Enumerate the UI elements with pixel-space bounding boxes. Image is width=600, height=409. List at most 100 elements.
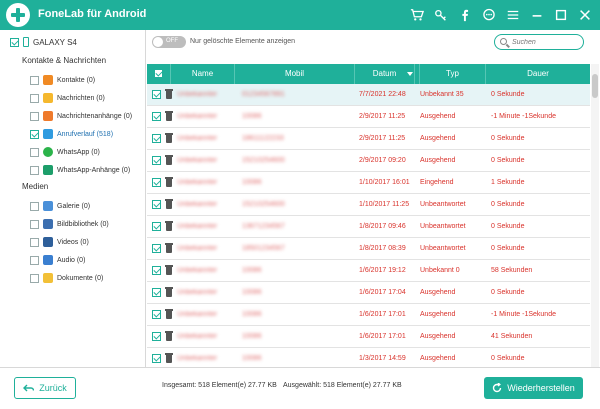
trash-icon[interactable] <box>165 177 173 187</box>
cell-name: Unbekannter <box>177 223 218 230</box>
device-selector[interactable]: GALAXY S4 <box>10 37 77 47</box>
row-checkbox[interactable] <box>152 288 161 297</box>
sidebar-item-documents[interactable]: Dokumente (0) <box>30 272 103 284</box>
cell-mobil: 10086 <box>242 179 262 186</box>
call-log-table: Name Mobil Datum Typ Dauer Unbekannter 01… <box>147 64 590 370</box>
row-checkbox[interactable] <box>152 222 161 231</box>
row-checkbox[interactable] <box>152 90 161 99</box>
documents-checkbox[interactable] <box>30 273 39 283</box>
search-box[interactable] <box>494 34 584 50</box>
select-all-checkbox[interactable] <box>154 69 163 78</box>
sidebar-item-attachments[interactable]: Nachrichtenanhänge (0) <box>30 110 132 122</box>
menu-icon[interactable] <box>506 8 520 22</box>
trash-icon[interactable] <box>165 89 173 99</box>
chat-icon[interactable] <box>482 8 496 22</box>
deleted-only-toggle[interactable]: OFF <box>152 36 186 48</box>
sidebar-item-messages[interactable]: Nachrichten (0) <box>30 92 105 104</box>
sidebar-item-audio[interactable]: Audio (0) <box>30 254 85 266</box>
table-row[interactable]: Unbekannter 13671234567 1/8/2017 09:46 Unbe… <box>147 216 590 238</box>
trash-icon[interactable] <box>165 111 173 121</box>
cell-datum: 1/6/2017 17:01 <box>359 311 406 318</box>
table-row[interactable]: Unbekannter 18611122233 2/9/2017 11:25 Ausg… <box>147 128 590 150</box>
row-checkbox[interactable] <box>152 200 161 209</box>
header-typ[interactable]: Typ <box>420 64 486 84</box>
row-checkbox[interactable] <box>152 112 161 121</box>
table-row[interactable]: Unbekannter 10086 1/10/2017 16:01 Eingehend… <box>147 172 590 194</box>
table-row[interactable]: Unbekannter 10086 1/6/2017 17:01 Ausgehend 4… <box>147 326 590 348</box>
sidebar-item-contacts[interactable]: Kontakte (0) <box>30 74 95 86</box>
cell-mobil: 15210254600 <box>242 157 285 164</box>
attachments-checkbox[interactable] <box>30 111 39 121</box>
table-row[interactable]: Unbekannter 15210254600 2/9/2017 09:20 Ausg… <box>147 150 590 172</box>
sidebar-item-label: WhatsApp (0) <box>57 148 100 156</box>
cell-typ: Unbekannt 35 <box>420 91 464 98</box>
header-name[interactable]: Name <box>171 64 235 84</box>
attachments-icon <box>43 111 53 121</box>
audio-icon <box>43 255 53 265</box>
maximize-icon[interactable] <box>554 8 568 22</box>
picture-library-checkbox[interactable] <box>30 219 39 229</box>
sidebar-item-whatsapp[interactable]: WhatsApp (0) <box>30 146 100 158</box>
select-all-cell[interactable] <box>147 64 171 84</box>
table-row[interactable]: Unbekannter 18501234567 1/8/2017 08:39 Unbe… <box>147 238 590 260</box>
whatsapp-checkbox[interactable] <box>30 147 39 157</box>
cell-mobil: 10086 <box>242 311 262 318</box>
header-dauer[interactable]: Dauer <box>486 64 590 84</box>
row-checkbox[interactable] <box>152 156 161 165</box>
cell-mobil: 10086 <box>242 289 262 296</box>
cell-datum: 1/10/2017 16:01 <box>359 179 410 186</box>
cell-typ: Ausgehend <box>420 135 456 142</box>
trash-icon[interactable] <box>165 309 173 319</box>
contacts-checkbox[interactable] <box>30 75 39 85</box>
trash-icon[interactable] <box>165 287 173 297</box>
scroll-thumb[interactable] <box>592 74 598 98</box>
table-row[interactable]: Unbekannter 10086 1/6/2017 17:01 Ausgehend -… <box>147 304 590 326</box>
row-checkbox[interactable] <box>152 266 161 275</box>
table-row[interactable]: Unbekannter 10086 1/6/2017 19:12 Unbekannt … <box>147 260 590 282</box>
trash-icon[interactable] <box>165 199 173 209</box>
call-log-checkbox[interactable] <box>30 129 39 139</box>
close-icon[interactable] <box>578 8 592 22</box>
table-row[interactable]: Unbekannter 10086 1/6/2017 17:04 Ausgehend 0… <box>147 282 590 304</box>
videos-checkbox[interactable] <box>30 237 39 247</box>
search-input[interactable] <box>512 37 580 47</box>
section-contacts-title: Kontakte & Nachrichten <box>22 56 107 65</box>
sidebar-item-call-log[interactable]: Anrufverlauf (518) <box>30 128 113 140</box>
header-mobil[interactable]: Mobil <box>235 64 355 84</box>
trash-icon[interactable] <box>165 265 173 275</box>
sort-desc-icon[interactable] <box>400 64 420 84</box>
row-checkbox[interactable] <box>152 178 161 187</box>
whatsapp-attachments-checkbox[interactable] <box>30 165 39 175</box>
row-checkbox[interactable] <box>152 310 161 319</box>
cell-typ: Unbekannt 0 <box>420 267 460 274</box>
sidebar-item-videos[interactable]: Videos (0) <box>30 236 89 248</box>
minimize-icon[interactable] <box>530 8 544 22</box>
trash-icon[interactable] <box>165 353 173 363</box>
sidebar-item-picture-library[interactable]: Bildbibliothek (0) <box>30 218 109 230</box>
trash-icon[interactable] <box>165 221 173 231</box>
sidebar-item-label: Bildbibliothek (0) <box>57 220 109 228</box>
back-button[interactable]: Zurück <box>14 377 76 399</box>
messages-checkbox[interactable] <box>30 93 39 103</box>
trash-icon[interactable] <box>165 133 173 143</box>
trash-icon[interactable] <box>165 331 173 341</box>
cart-icon[interactable] <box>410 8 424 22</box>
sidebar-item-whatsapp-attachments[interactable]: WhatsApp-Anhänge (0) <box>30 164 130 176</box>
table-row[interactable]: Unbekannter 01234567891 7/7/2021 22:48 Unbe… <box>147 84 590 106</box>
gallery-checkbox[interactable] <box>30 201 39 211</box>
row-checkbox[interactable] <box>152 244 161 253</box>
row-checkbox[interactable] <box>152 354 161 363</box>
row-checkbox[interactable] <box>152 332 161 341</box>
trash-icon[interactable] <box>165 243 173 253</box>
restore-button[interactable]: Wiederherstellen <box>484 377 583 399</box>
table-row[interactable]: Unbekannter 10086 2/9/2017 11:25 Ausgehend -… <box>147 106 590 128</box>
row-checkbox[interactable] <box>152 134 161 143</box>
facebook-icon[interactable] <box>458 8 472 22</box>
audio-checkbox[interactable] <box>30 255 39 265</box>
device-checkbox[interactable] <box>10 37 19 47</box>
table-scrollbar[interactable] <box>591 64 599 367</box>
table-row[interactable]: Unbekannter 15210254600 1/10/2017 11:25 Unb… <box>147 194 590 216</box>
key-icon[interactable] <box>434 8 448 22</box>
sidebar-item-gallery[interactable]: Galerie (0) <box>30 200 90 212</box>
trash-icon[interactable] <box>165 155 173 165</box>
